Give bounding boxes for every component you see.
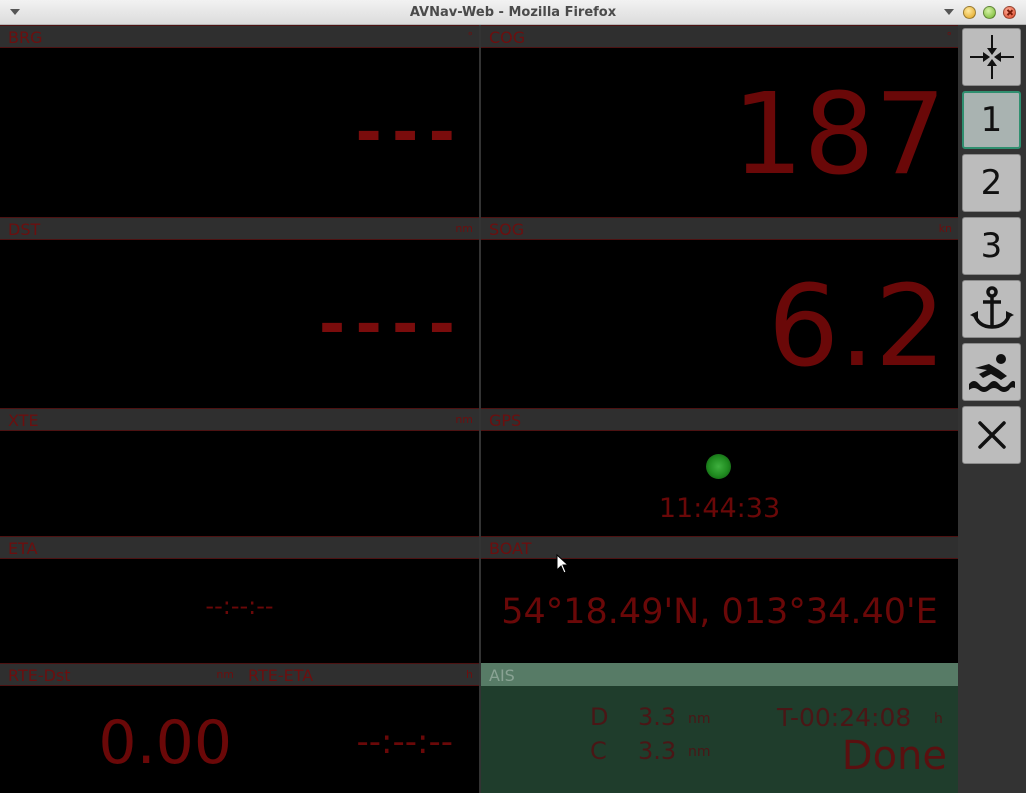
- rte-eta-panel[interactable]: RTE-ETA h --:--:--: [240, 663, 479, 793]
- page-2-button[interactable]: 2: [962, 154, 1021, 212]
- dst-label: DST: [8, 220, 41, 239]
- sidebar: 1 2 3: [958, 25, 1026, 793]
- gps-status-icon: [706, 454, 731, 479]
- ais-c-label: C: [590, 737, 607, 765]
- close-button[interactable]: [962, 406, 1021, 464]
- dst-header: DST nm: [0, 217, 479, 240]
- page-3-button[interactable]: 3: [962, 217, 1021, 275]
- window-titlebar: AVNav-Web - Mozilla Firefox: [0, 0, 1026, 25]
- ais-panel[interactable]: AIS D 3.3 nm C 3.3 nm T-00:24:08 h Done: [481, 663, 958, 793]
- xte-unit: nm: [455, 413, 473, 426]
- sog-panel[interactable]: SOG kn 6.2: [481, 217, 958, 408]
- sog-value: 6.2: [767, 262, 946, 392]
- cog-unit: °: [946, 30, 953, 43]
- eta-header: ETA: [0, 536, 479, 559]
- ais-label: AIS: [489, 666, 515, 685]
- page-2-label: 2: [980, 163, 1003, 203]
- rte-dst-unit: nm: [216, 668, 234, 681]
- brg-label: BRG: [8, 28, 43, 47]
- xte-header: XTE nm: [0, 408, 479, 431]
- rte-dst-label: RTE-Dst: [8, 666, 71, 685]
- brg-value: ---: [355, 96, 465, 170]
- rte-eta-label: RTE-ETA: [248, 666, 314, 685]
- rte-dst-panel[interactable]: RTE-Dst nm 0.00: [0, 663, 240, 793]
- cog-header: COG °: [481, 25, 958, 48]
- anchor-button[interactable]: [962, 280, 1021, 338]
- ais-t-unit: h: [934, 711, 943, 727]
- rte-dst-header: RTE-Dst nm: [0, 663, 240, 686]
- cog-panel[interactable]: COG ° 187: [481, 25, 958, 217]
- brg-panel[interactable]: BRG ° ---: [0, 25, 479, 217]
- rte-eta-unit: h: [466, 668, 473, 681]
- close-window-button[interactable]: [1003, 6, 1016, 19]
- maximize-button[interactable]: [983, 6, 996, 19]
- ais-d-label: D: [590, 703, 609, 731]
- window-dropdown-icon[interactable]: [944, 9, 954, 15]
- anchor-icon: [969, 286, 1014, 329]
- ais-t-value: T-00:24:08: [777, 703, 912, 732]
- sog-label: SOG: [489, 220, 525, 239]
- window-title: AVNav-Web - Mozilla Firefox: [409, 5, 617, 20]
- center-icon: [969, 35, 1014, 79]
- brg-header: BRG °: [0, 25, 479, 48]
- ais-c-value: 3.3: [638, 737, 677, 765]
- sog-unit: kn: [938, 222, 952, 235]
- cog-value: 187: [732, 70, 946, 200]
- column-divider: [479, 25, 481, 793]
- eta-label: ETA: [8, 539, 38, 558]
- man-overboard-button[interactable]: [962, 343, 1021, 401]
- gps-time: 11:44:33: [658, 493, 781, 524]
- cog-label: COG: [489, 28, 526, 47]
- ais-c-unit: nm: [688, 744, 711, 760]
- eta-value: --:--:--: [205, 592, 274, 620]
- xte-panel[interactable]: XTE nm: [0, 408, 479, 536]
- ais-header: AIS: [481, 663, 958, 686]
- ais-d-unit: nm: [688, 711, 711, 727]
- brg-unit: °: [467, 30, 474, 43]
- gps-label: GPS: [489, 411, 522, 430]
- page-1-button[interactable]: 1: [962, 91, 1021, 149]
- page-1-label: 1: [980, 100, 1003, 140]
- eta-panel[interactable]: ETA --:--:--: [0, 536, 479, 663]
- mouse-cursor-icon: [556, 554, 570, 574]
- dst-panel[interactable]: DST nm ----: [0, 217, 479, 408]
- ais-status: Done: [841, 733, 947, 779]
- rte-eta-header: RTE-ETA h: [240, 663, 479, 686]
- boat-position: 54°18.49'N, 013°34.40'E: [501, 592, 938, 632]
- dst-value: ----: [318, 288, 465, 362]
- close-icon: [977, 421, 1006, 449]
- gps-panel[interactable]: GPS 11:44:33: [481, 408, 958, 536]
- xte-label: XTE: [8, 411, 39, 430]
- sog-header: SOG kn: [481, 217, 958, 240]
- page-3-label: 3: [980, 226, 1003, 266]
- boat-panel[interactable]: BOAT 54°18.49'N, 013°34.40'E: [481, 536, 958, 663]
- dst-unit: nm: [455, 222, 473, 235]
- rte-dst-value: 0.00: [98, 708, 232, 778]
- rte-eta-value: --:--:--: [356, 722, 453, 762]
- gps-header: GPS: [481, 408, 958, 431]
- man-overboard-icon: [968, 354, 1015, 392]
- boat-header: BOAT: [481, 536, 958, 559]
- center-button[interactable]: [962, 28, 1021, 86]
- ais-d-value: 3.3: [638, 703, 677, 731]
- boat-label: BOAT: [489, 539, 532, 558]
- minimize-button[interactable]: [963, 6, 976, 19]
